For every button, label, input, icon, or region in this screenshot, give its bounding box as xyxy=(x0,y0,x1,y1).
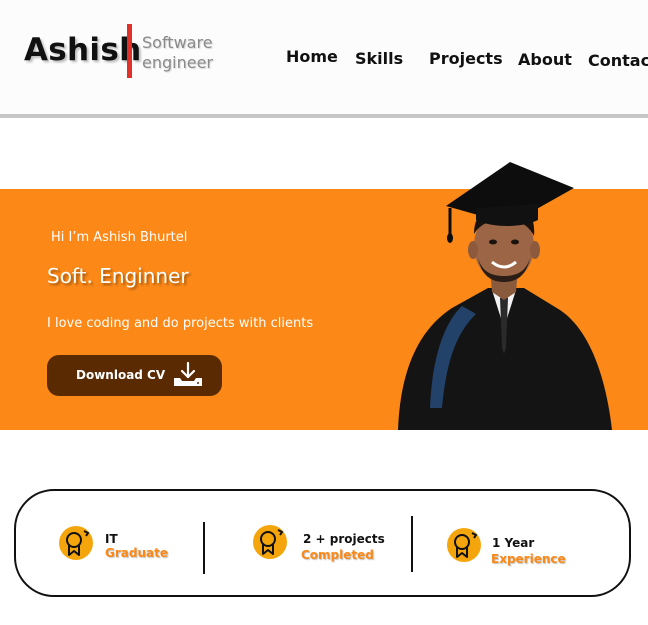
stat-divider xyxy=(411,516,413,572)
brand-name[interactable]: Ashish xyxy=(24,32,141,68)
site-header: Ashish Software engineer Home Skills Pro… xyxy=(0,0,648,118)
nav-home[interactable]: Home xyxy=(286,47,338,66)
stat-caption: Completed xyxy=(301,548,374,562)
award-badge-icon xyxy=(58,525,94,565)
stat-value: 2 + projects xyxy=(303,532,385,546)
download-tray-icon xyxy=(171,361,205,393)
stat-caption: Experience xyxy=(491,552,566,566)
profile-photo xyxy=(392,158,616,434)
stats-card: IT Graduate 2 + projects Completed 1 Yea… xyxy=(14,489,631,597)
stat-value: 1 Year xyxy=(492,536,535,550)
hero-greeting: Hi I’m Ashish Bhurtel xyxy=(51,230,188,245)
award-badge-icon xyxy=(446,527,482,567)
hero-title: Soft. Enginner xyxy=(47,264,189,288)
nav-projects[interactable]: Projects xyxy=(429,49,503,68)
award-badge-icon xyxy=(252,524,288,564)
nav-contact[interactable]: Contact xyxy=(588,51,648,70)
nav-about[interactable]: About xyxy=(518,50,572,69)
brand-role: Software engineer xyxy=(142,33,213,73)
download-cv-button[interactable]: Download CV xyxy=(47,355,222,396)
stat-value: IT xyxy=(105,532,118,546)
stat-divider xyxy=(203,522,205,574)
download-cv-label: Download CV xyxy=(76,368,166,382)
stat-caption: Graduate xyxy=(105,546,168,560)
brand-role-line1: Software xyxy=(142,33,213,52)
hero-tagline: I love coding and do projects with clien… xyxy=(47,316,314,331)
nav-skills[interactable]: Skills xyxy=(355,49,403,68)
brand-role-line2: engineer xyxy=(142,53,213,72)
brand-divider xyxy=(127,24,132,78)
